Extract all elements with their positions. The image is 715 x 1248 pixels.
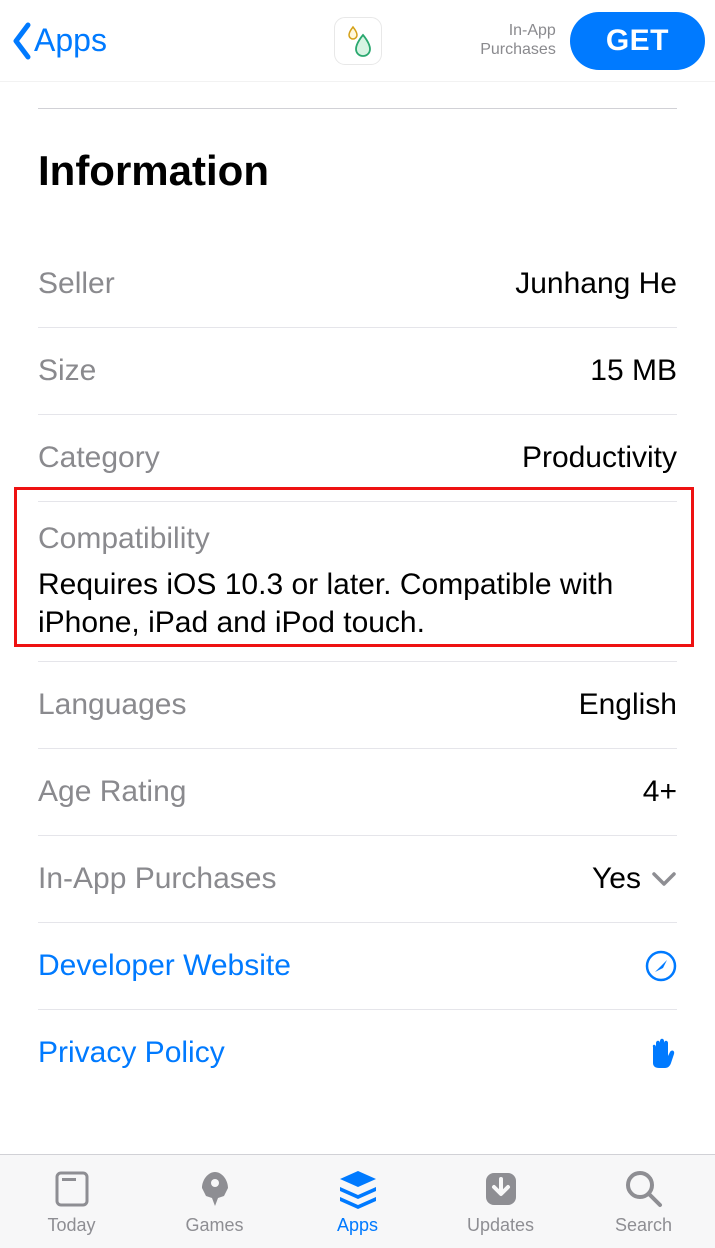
tab-today-label: Today — [47, 1215, 95, 1236]
iap-value: Yes — [592, 862, 641, 896]
category-value: Productivity — [522, 441, 677, 475]
info-row-languages: Languages English — [38, 662, 677, 749]
seller-value: Junhang He — [515, 267, 677, 301]
category-label: Category — [38, 441, 160, 475]
info-row-category: Category Productivity — [38, 415, 677, 502]
tab-games-label: Games — [185, 1215, 243, 1236]
privacy-policy-label: Privacy Policy — [38, 1036, 225, 1070]
iap-label: In-App Purchases — [38, 862, 276, 896]
iap-value-wrap: Yes — [592, 862, 677, 896]
compass-icon — [645, 950, 677, 982]
info-row-size: Size 15 MB — [38, 328, 677, 415]
info-row-compatibility: Compatibility Requires iOS 10.3 or later… — [38, 502, 677, 662]
app-logo-icon — [341, 24, 375, 58]
rocket-icon — [194, 1168, 236, 1210]
app-icon[interactable] — [334, 17, 382, 65]
age-rating-value: 4+ — [643, 775, 677, 809]
tab-apps[interactable]: Apps — [286, 1167, 429, 1236]
navigation-bar: Apps In-App Purchases GET — [0, 0, 715, 82]
search-icon — [624, 1169, 664, 1209]
tab-today[interactable]: Today — [0, 1167, 143, 1236]
tab-search[interactable]: Search — [572, 1167, 715, 1236]
tab-search-label: Search — [615, 1215, 672, 1236]
tab-apps-label: Apps — [337, 1215, 378, 1236]
get-button[interactable]: GET — [570, 12, 705, 70]
back-label: Apps — [34, 22, 107, 59]
compatibility-label: Compatibility — [38, 522, 677, 556]
chevron-down-icon — [651, 871, 677, 887]
languages-value: English — [579, 688, 677, 722]
updates-icon — [482, 1169, 520, 1209]
size-label: Size — [38, 354, 96, 388]
info-row-iap[interactable]: In-App Purchases Yes — [38, 836, 677, 923]
stack-icon — [336, 1169, 380, 1209]
languages-label: Languages — [38, 688, 186, 722]
nav-right: In-App Purchases GET — [480, 12, 705, 70]
tab-updates[interactable]: Updates — [429, 1167, 572, 1236]
today-icon — [54, 1170, 90, 1208]
size-value: 15 MB — [590, 354, 677, 388]
compatibility-text: Requires iOS 10.3 or later. Compatible w… — [38, 566, 677, 641]
privacy-policy-link[interactable]: Privacy Policy — [38, 1010, 677, 1096]
info-row-seller: Seller Junhang He — [38, 241, 677, 328]
section-divider — [38, 108, 677, 109]
age-rating-label: Age Rating — [38, 775, 186, 809]
back-button[interactable]: Apps — [10, 21, 107, 61]
tab-bar: Today Games Apps Updates — [0, 1154, 715, 1248]
chevron-left-icon — [10, 21, 34, 61]
info-row-age-rating: Age Rating 4+ — [38, 749, 677, 836]
tab-games[interactable]: Games — [143, 1167, 286, 1236]
section-title: Information — [38, 147, 677, 195]
developer-website-label: Developer Website — [38, 949, 291, 983]
developer-website-link[interactable]: Developer Website — [38, 923, 677, 1010]
content-area: Information Seller Junhang He Size 15 MB… — [0, 108, 715, 1096]
tab-updates-label: Updates — [467, 1215, 534, 1236]
iap-note: In-App Purchases — [480, 22, 556, 59]
hand-icon — [647, 1037, 677, 1069]
seller-label: Seller — [38, 267, 115, 301]
